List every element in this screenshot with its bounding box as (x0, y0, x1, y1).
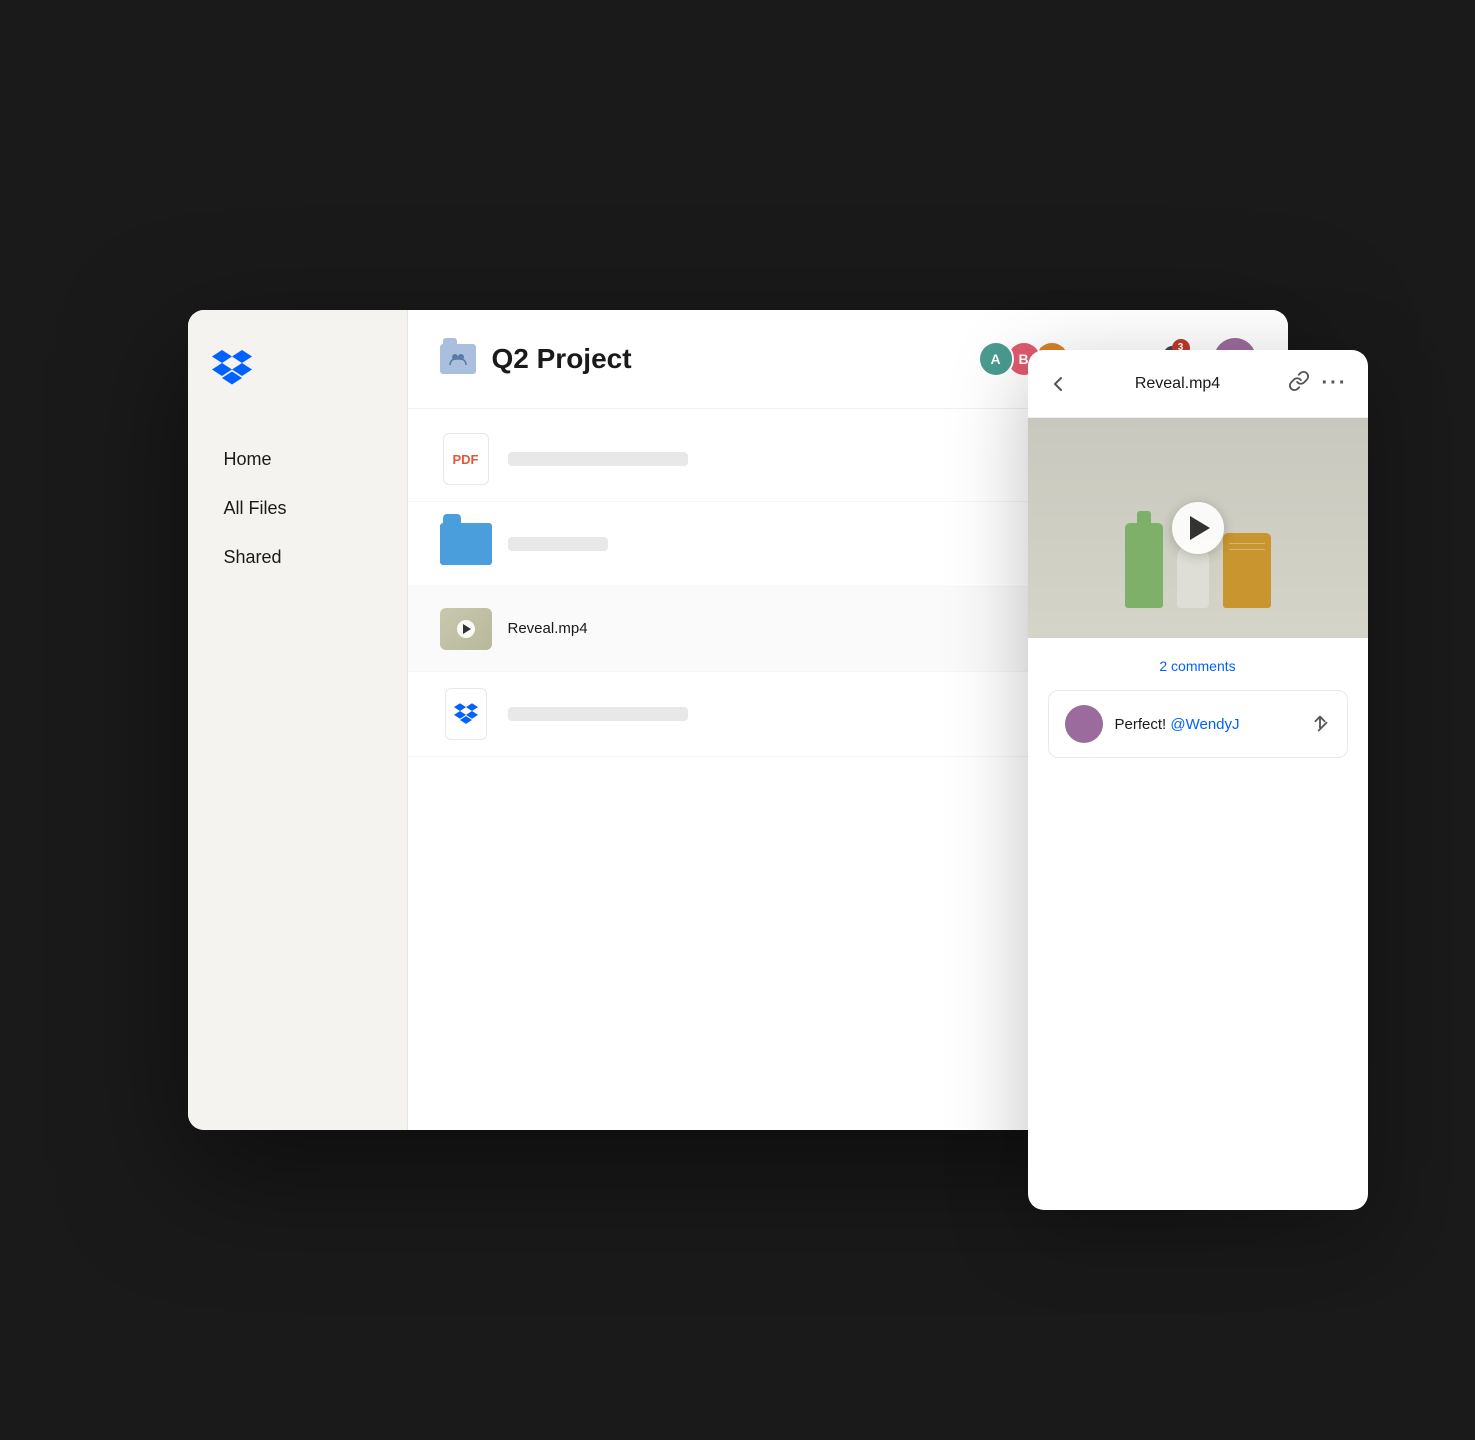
sidebar-item-home[interactable]: Home (212, 439, 383, 480)
pdf-file-icon: PDF (440, 433, 492, 485)
dropbox-file-icon (440, 688, 492, 740)
comments-count: 2 comments (1048, 658, 1348, 674)
dropbox-logo[interactable] (212, 350, 383, 391)
panel-header: Reveal.mp4 ··· (1028, 350, 1368, 418)
comment-text-display: Perfect! @WendyJ (1115, 716, 1297, 733)
video-file-icon (440, 603, 492, 655)
video-play-button[interactable] (1172, 502, 1224, 554)
comment-mention: @WendyJ (1170, 716, 1239, 733)
panel-comments: 2 comments Perfect! @WendyJ (1028, 638, 1368, 1210)
panel-title: Reveal.mp4 (1080, 375, 1276, 393)
folder-file-icon (440, 518, 492, 570)
comment-input-row[interactable]: Perfect! @WendyJ (1048, 690, 1348, 758)
folder-title: Q2 Project (492, 343, 962, 375)
sidebar-item-all-files[interactable]: All Files (212, 488, 383, 529)
team-avatar-1[interactable]: A (978, 341, 1014, 377)
sidebar: Home All Files Shared (188, 310, 408, 1130)
panel-back-button[interactable] (1048, 374, 1068, 394)
video-preview (1028, 418, 1368, 638)
nav-menu: Home All Files Shared (212, 439, 383, 579)
side-panel: Reveal.mp4 ··· (1028, 350, 1368, 1210)
panel-more-menu[interactable]: ··· (1322, 372, 1348, 395)
panel-link-icon[interactable] (1288, 370, 1310, 397)
comment-send-button[interactable] (1309, 713, 1331, 735)
video-play-btn-small[interactable] (457, 620, 475, 638)
sidebar-item-shared[interactable]: Shared (212, 537, 383, 578)
pdf-label: PDF (453, 452, 479, 467)
comment-user-avatar (1065, 705, 1103, 743)
folder-icon (440, 344, 476, 374)
